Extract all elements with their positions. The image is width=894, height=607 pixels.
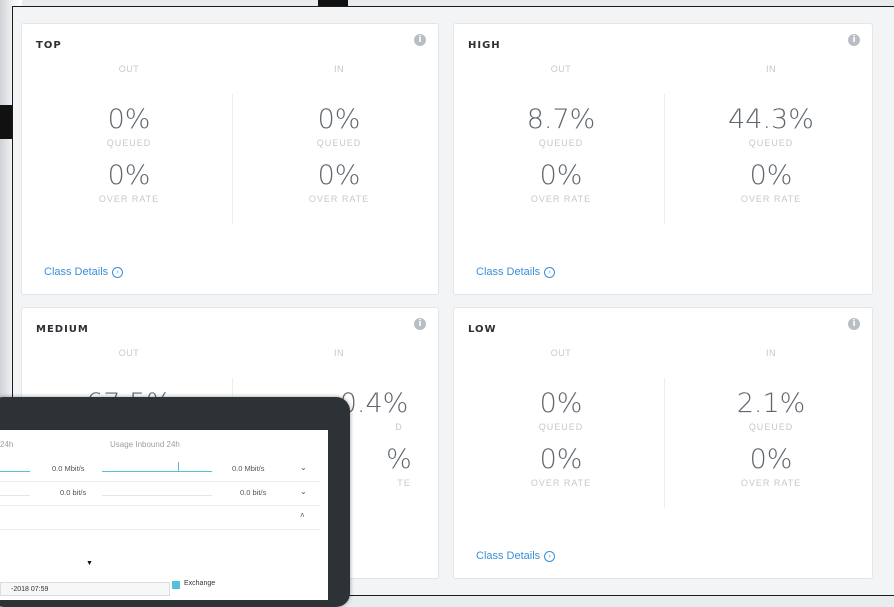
card-title: MEDIUM — [36, 324, 89, 335]
in-column: IN 2.1% QUEUED 0% OVER RATE — [666, 348, 876, 490]
over-rate-label: OVER RATE — [308, 194, 370, 204]
usage-outbound-header: 24h — [0, 440, 14, 449]
in-label: IN — [334, 348, 344, 358]
usage-row-2[interactable]: 0.0 bit/s 0.0 bit/s ⌄ — [0, 482, 320, 506]
in-column: IN 44.3% QUEUED 0% OVER RATE — [666, 64, 876, 206]
in-queued-value: 2.1% — [736, 388, 806, 419]
legend-swatch — [172, 581, 180, 589]
over-rate-label: OVER RATE — [530, 194, 592, 204]
circle-arrow-icon: › — [112, 267, 124, 278]
out-column: OUT 0% QUEUED 0% OVER RATE — [456, 348, 666, 490]
out-queued-value: 8.7% — [526, 104, 596, 135]
chevron-up-icon[interactable]: ˄ — [300, 511, 305, 520]
circle-arrow-icon: › — [544, 551, 556, 562]
out-label: OUT — [550, 348, 572, 358]
sparkline-spike — [178, 462, 179, 472]
class-details-label: Class Details — [476, 266, 541, 278]
in-queued-value: 44.3% — [728, 104, 814, 135]
out-column: OUT 0% QUEUED 0% OVER RATE — [24, 64, 234, 206]
sparkline-in — [102, 471, 212, 472]
queued-label: QUEUED — [316, 138, 362, 148]
dropdown-caret-icon[interactable]: ▼ — [86, 560, 93, 567]
over-rate-label: OVER RATE — [740, 478, 802, 488]
over-rate-label: OVER RATE — [530, 478, 592, 488]
queued-label: QUEUED — [748, 138, 794, 148]
chevron-down-icon[interactable]: ⌄ — [300, 463, 307, 472]
in-over-rate-value: 0% — [317, 160, 361, 191]
card-high: HIGH i OUT 8.7% QUEUED 0% OVER RATE IN 4… — [453, 23, 873, 295]
row2-out-value: 0.0 bit/s — [60, 488, 87, 497]
out-label: OUT — [118, 64, 140, 74]
in-label: IN — [766, 348, 776, 358]
in-label: IN — [334, 64, 344, 74]
queued-label: QUEUED — [106, 138, 152, 148]
queued-label-fragment: D — [395, 422, 403, 432]
legend-label: Exchange — [184, 580, 216, 587]
row2-in-value: 0.0 bit/s — [240, 488, 267, 497]
out-label: OUT — [118, 348, 140, 358]
out-queued-value: 0% — [107, 104, 151, 135]
sparkline-out — [0, 471, 30, 472]
info-icon[interactable]: i — [414, 34, 426, 46]
row1-in-value: 0.0 Mbit/s — [232, 464, 265, 473]
queued-label: QUEUED — [748, 422, 794, 432]
info-icon[interactable]: i — [848, 34, 860, 46]
out-over-rate-value: 0% — [539, 444, 583, 475]
usage-row-3[interactable]: ˄ — [0, 506, 320, 530]
out-label: OUT — [550, 64, 572, 74]
over-rate-label-fragment: TE — [397, 478, 411, 488]
over-rate-label: OVER RATE — [98, 194, 160, 204]
in-over-rate-fragment: % — [386, 444, 412, 475]
class-details-label: Class Details — [44, 266, 109, 278]
out-queued-value: 0% — [539, 388, 583, 419]
usage-row-1[interactable]: 0.0 Mbit/s 0.0 Mbit/s ⌄ — [0, 458, 320, 482]
sparkline-out — [0, 495, 30, 496]
out-column: OUT 8.7% QUEUED 0% OVER RATE — [456, 64, 666, 206]
out-over-rate-value: 0% — [539, 160, 583, 191]
in-label: IN — [766, 64, 776, 74]
in-queued-value: 0% — [317, 104, 361, 135]
class-details-link[interactable]: Class Details › — [44, 266, 124, 278]
row1-out-value: 0.0 Mbit/s — [52, 464, 85, 473]
in-over-rate-value: 0% — [749, 444, 793, 475]
queued-label: QUEUED — [538, 422, 584, 432]
out-over-rate-value: 0% — [107, 160, 151, 191]
over-rate-label: OVER RATE — [740, 194, 802, 204]
card-low: LOW i OUT 0% QUEUED 0% OVER RATE IN 2.1%… — [453, 307, 873, 579]
card-top: TOP i OUT 0% QUEUED 0% OVER RATE IN 0% Q… — [21, 23, 439, 295]
usage-inbound-header: Usage Inbound 24h — [110, 440, 180, 449]
tablet-screen: 24h Usage Inbound 24h 0.0 Mbit/s 0.0 Mbi… — [0, 430, 328, 600]
circle-arrow-icon: › — [544, 267, 556, 278]
card-title: HIGH — [468, 40, 501, 51]
date-field[interactable]: -2018 07:59 — [0, 582, 170, 596]
card-title: LOW — [468, 324, 497, 335]
queued-label: QUEUED — [538, 138, 584, 148]
class-details-label: Class Details — [476, 550, 541, 562]
class-details-link[interactable]: Class Details › — [476, 266, 556, 278]
tablet-device: 24h Usage Inbound 24h 0.0 Mbit/s 0.0 Mbi… — [0, 397, 350, 607]
in-column: IN 0% QUEUED 0% OVER RATE — [234, 64, 444, 206]
card-title: TOP — [36, 40, 62, 51]
info-icon[interactable]: i — [414, 318, 426, 330]
class-details-link[interactable]: Class Details › — [476, 550, 556, 562]
chevron-down-icon[interactable]: ⌄ — [300, 487, 307, 496]
sparkline-in — [102, 495, 212, 496]
in-over-rate-value: 0% — [749, 160, 793, 191]
info-icon[interactable]: i — [848, 318, 860, 330]
